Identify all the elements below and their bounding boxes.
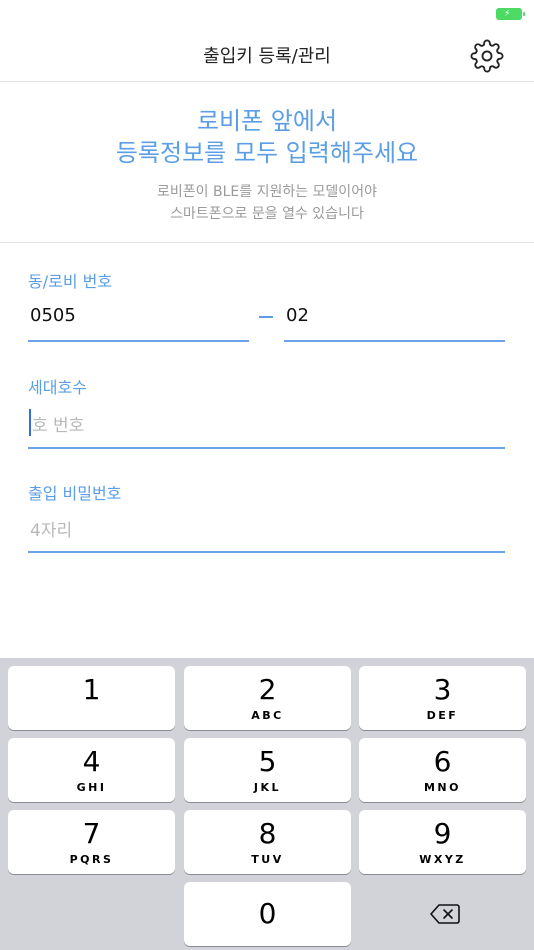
key-letters: TUV	[251, 853, 284, 866]
key-letters: DEF	[426, 709, 459, 722]
lobby-number-input[interactable]: 02	[286, 305, 309, 326]
building-number-underline	[28, 340, 249, 342]
lobby-number-label: 동/로비 번호	[28, 272, 113, 291]
dash-separator	[259, 316, 273, 318]
unit-number-underline	[28, 447, 505, 449]
key-number: 8	[258, 817, 277, 850]
intro-section: 로비폰 앞에서 등록정보를 모두 입력해주세요 로비폰이 BLE를 지원하는 모…	[0, 83, 534, 243]
key-9[interactable]: 9 WXYZ	[359, 810, 526, 874]
key-letters: ABC	[251, 709, 284, 722]
key-letters: GHI	[76, 781, 107, 794]
intro-sub-line2: 스마트폰으로 문을 열수 있습니다	[170, 206, 364, 222]
key-letters: MNO	[423, 781, 461, 794]
battery-icon: ⚡	[496, 8, 525, 20]
key-0[interactable]: 0	[184, 882, 351, 946]
lobby-number-underline	[284, 340, 505, 342]
navigation-bar: 출입키 등록/관리	[0, 30, 534, 82]
intro-title: 로비폰 앞에서 등록정보를 모두 입력해주세요	[0, 105, 534, 169]
building-number-input[interactable]: 0505	[30, 305, 76, 326]
key-8[interactable]: 8 TUV	[184, 810, 351, 874]
intro-subtitle: 로비폰이 BLE를 지원하는 모델이어야 스마트폰으로 문을 열수 있습니다	[0, 181, 534, 225]
key-number: 6	[433, 745, 452, 778]
key-letters: PQRS	[69, 853, 114, 866]
key-4[interactable]: 4 GHI	[8, 738, 175, 802]
password-underline	[28, 551, 505, 553]
key-number: 9	[433, 817, 452, 850]
key-letters: JKL	[253, 781, 282, 794]
password-input[interactable]: 4자리	[30, 516, 72, 541]
backspace-icon	[430, 904, 460, 924]
key-1[interactable]: 1	[8, 666, 175, 730]
page-title: 출입키 등록/관리	[203, 46, 331, 67]
key-number: 2	[258, 673, 277, 706]
numeric-keypad: 1 2 ABC 3 DEF 4 GHI 5 JKL 6 MNO 7 PQRS 8…	[0, 658, 534, 950]
unit-number-input[interactable]: 호 번호	[32, 411, 84, 436]
intro-sub-line1: 로비폰이 BLE를 지원하는 모델이어야	[157, 184, 377, 200]
key-5[interactable]: 5 JKL	[184, 738, 351, 802]
key-number: 4	[82, 745, 101, 778]
key-7[interactable]: 7 PQRS	[8, 810, 175, 874]
key-6[interactable]: 6 MNO	[359, 738, 526, 802]
key-2[interactable]: 2 ABC	[184, 666, 351, 730]
key-number: 5	[258, 745, 277, 778]
intro-title-line1: 로비폰 앞에서	[196, 107, 338, 135]
password-label: 출입 비밀번호	[28, 484, 122, 503]
gear-icon[interactable]	[470, 39, 504, 73]
key-number: 7	[82, 817, 101, 850]
key-number: 0	[258, 897, 277, 930]
key-letters: WXYZ	[419, 853, 466, 866]
charging-icon: ⚡	[504, 9, 511, 19]
key-number: 3	[433, 673, 452, 706]
text-cursor	[29, 409, 31, 436]
status-bar: ⚡	[0, 0, 534, 30]
key-3[interactable]: 3 DEF	[359, 666, 526, 730]
key-number: 1	[82, 673, 101, 706]
intro-title-line2: 등록정보를 모두 입력해주세요	[115, 139, 419, 167]
unit-number-label: 세대호수	[28, 378, 87, 397]
delete-key[interactable]	[359, 882, 526, 946]
